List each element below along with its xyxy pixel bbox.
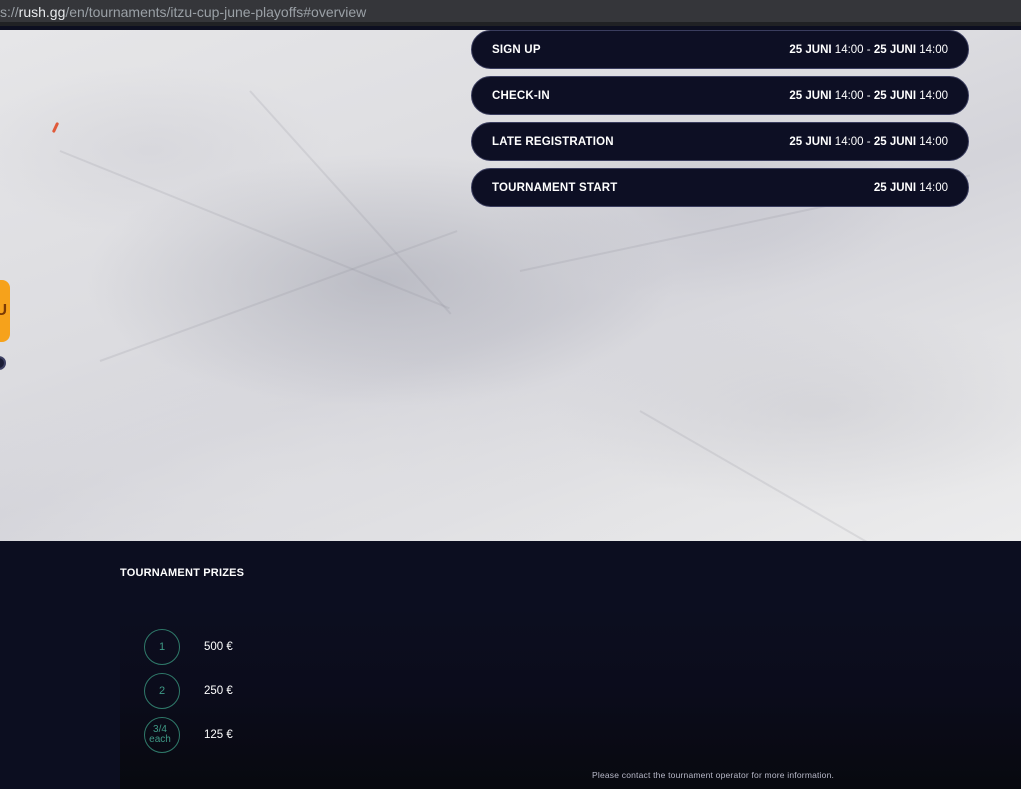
schedule-item-tournament-start: TOURNAMENT START 25 JUNI 14:00 [471, 168, 969, 207]
schedule-label: SIGN UP [492, 43, 541, 56]
hero-banner: U SIGN UP 25 JUNI 14:00 - 25 JUNI 14:00 … [0, 30, 1021, 541]
schedule-time: 25 JUNI 14:00 [873, 181, 948, 194]
schedule-label: LATE REGISTRATION [492, 135, 614, 148]
side-nav-dot-icon[interactable] [0, 356, 6, 370]
paint-fleck [51, 121, 60, 134]
prize-row: 1 500 € [144, 629, 233, 665]
schedule-time: 25 JUNI 14:00 - 25 JUNI 14:00 [789, 43, 948, 56]
schedule-time: 25 JUNI 14:00 - 25 JUNI 14:00 [789, 89, 948, 102]
schedule-item-sign-up: SIGN UP 25 JUNI 14:00 - 25 JUNI 14:00 [471, 30, 969, 69]
place-badge: 1 [144, 629, 180, 665]
schedule-item-late-registration: LATE REGISTRATION 25 JUNI 14:00 - 25 JUN… [471, 122, 969, 161]
prizes-title: TOURNAMENT PRIZES [120, 567, 245, 579]
address-bar[interactable]: s://rush.gg/en/tournaments/itzu-cup-june… [0, 0, 1021, 26]
schedule-list: SIGN UP 25 JUNI 14:00 - 25 JUNI 14:00 CH… [471, 30, 969, 214]
side-logo-badge[interactable]: U [0, 280, 10, 342]
place-badge: 3/4 each [144, 717, 180, 753]
prize-amount: 500 € [204, 641, 233, 653]
prize-row: 3/4 each 125 € [144, 717, 233, 753]
schedule-item-check-in: CHECK-IN 25 JUNI 14:00 - 25 JUNI 14:00 [471, 76, 969, 115]
schedule-label: CHECK-IN [492, 89, 550, 102]
prize-row: 2 250 € [144, 673, 233, 709]
url-host: rush.gg [18, 4, 66, 20]
schedule-label: TOURNAMENT START [492, 181, 618, 194]
prize-amount: 125 € [204, 729, 233, 741]
paper-crease [59, 150, 450, 310]
schedule-time: 25 JUNI 14:00 - 25 JUNI 14:00 [789, 135, 948, 148]
paper-crease [249, 90, 452, 315]
contact-note: Please contact the tournament operator f… [592, 770, 835, 780]
prizes-section: TOURNAMENT PRIZES 1 500 € 2 250 € 3/4 ea… [0, 541, 1021, 789]
prizes-panel [120, 601, 1021, 789]
paper-crease [639, 410, 953, 541]
paper-crease [99, 230, 458, 362]
place-badge: 2 [144, 673, 180, 709]
url-path: /en/tournaments/itzu-cup-june-playoffs#o… [65, 4, 367, 20]
url-prefix: s:// [0, 4, 19, 20]
prize-amount: 250 € [204, 685, 233, 697]
